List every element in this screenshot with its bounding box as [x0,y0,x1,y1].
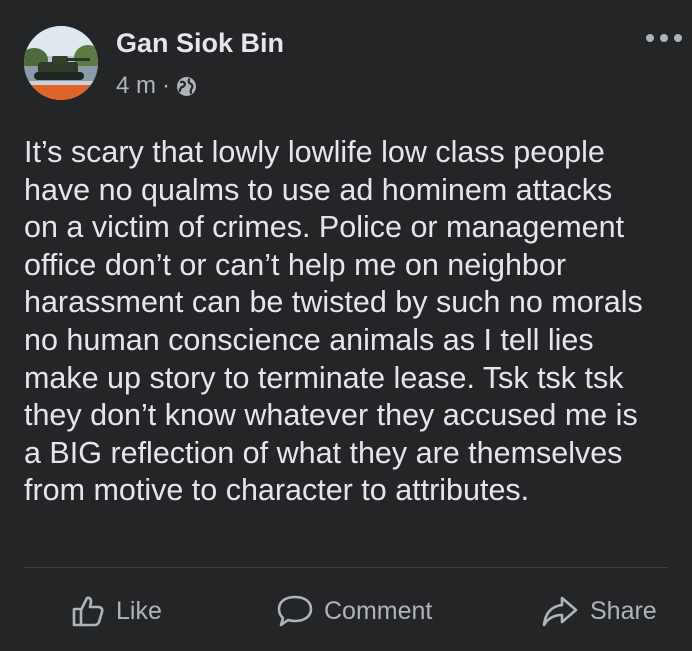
action-bar: Like Comment Share [0,588,692,634]
post-body: It’s scary that lowly lowlife low class … [24,134,692,510]
actions-divider [24,567,668,568]
share-arrow-icon [542,596,578,627]
more-dot [660,34,668,42]
author-name[interactable]: Gan Siok Bin [116,28,284,59]
comment-bubble-icon [277,595,313,627]
post-body-line: harassment can be twisted by such no mor… [24,285,643,320]
share-label: Share [590,596,657,625]
post-body-line: no human conscience animals as I tell li… [24,322,594,357]
like-label: Like [116,596,162,625]
timestamp[interactable]: 4 m [116,72,156,100]
post-body-line: have no qualms to use ad hominem attacks [24,172,613,207]
thumbs-up-icon [72,596,104,627]
meta-separator: · [162,72,171,99]
globe-icon[interactable] [176,76,197,97]
avatar[interactable] [24,26,98,100]
post-body-line: a BIG reflection of what they are themse… [24,435,623,470]
more-dot [674,34,682,42]
post-body-line: office don’t or can’t help me on neighbo… [24,247,567,282]
post-body-line: from motive to character to attributes. [24,473,530,508]
more-options-icon[interactable] [646,28,682,48]
avatar-photo [24,26,98,100]
post-body-line: they don’t know whatever they accused me… [24,398,638,433]
comment-label: Comment [324,596,433,625]
post-body-line: on a victim of crimes. Police or managem… [24,210,625,245]
like-button[interactable]: Like [70,588,162,634]
share-button[interactable]: Share [540,588,657,634]
post-meta: 4 m · [116,72,197,100]
post-body-line: make up story to terminate lease. Tsk ts… [24,360,624,395]
post-card: Gan Siok Bin 4 m · It’s scary that lowly… [0,0,692,651]
more-dot [646,34,654,42]
post-body-line: It’s scary that lowly lowlife low class … [24,135,605,169]
comment-button[interactable]: Comment [276,588,432,634]
